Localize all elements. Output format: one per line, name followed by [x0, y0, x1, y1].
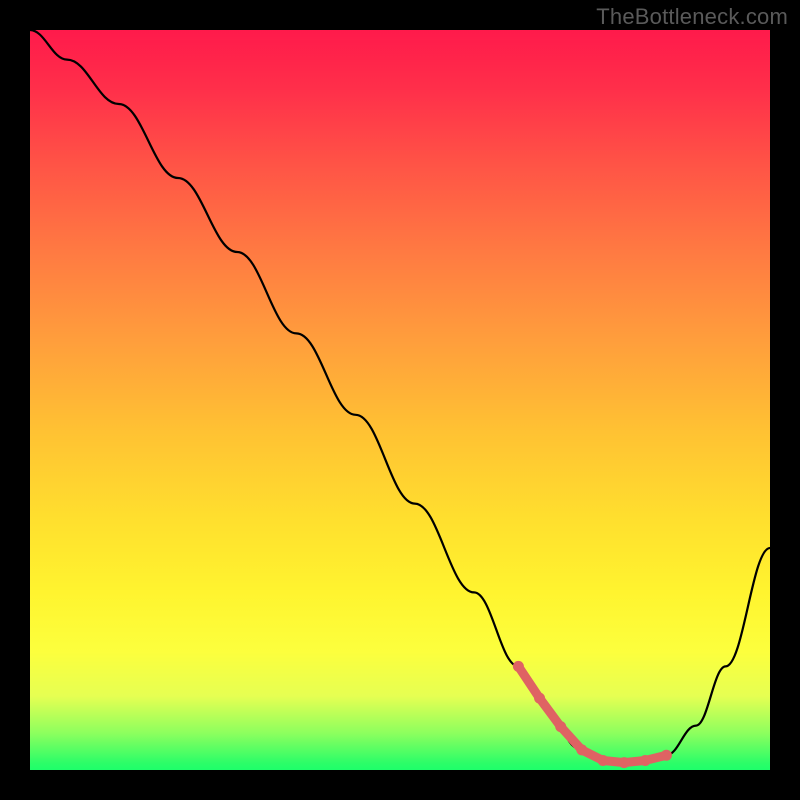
chart-svg	[30, 30, 770, 770]
bottleneck-highlight-stroke	[518, 666, 666, 762]
highlight-dot	[513, 661, 524, 672]
highlight-dot	[619, 757, 630, 768]
chart-plot-area	[30, 30, 770, 770]
highlight-dot	[534, 693, 545, 704]
watermark-text: TheBottleneck.com	[596, 4, 788, 30]
highlight-dot	[555, 721, 566, 732]
highlight-dot	[576, 744, 587, 755]
chart-frame	[30, 30, 770, 770]
bottleneck-curve	[30, 30, 770, 763]
highlight-dot	[640, 755, 651, 766]
highlight-dot	[661, 750, 672, 761]
highlight-dot	[597, 755, 608, 766]
